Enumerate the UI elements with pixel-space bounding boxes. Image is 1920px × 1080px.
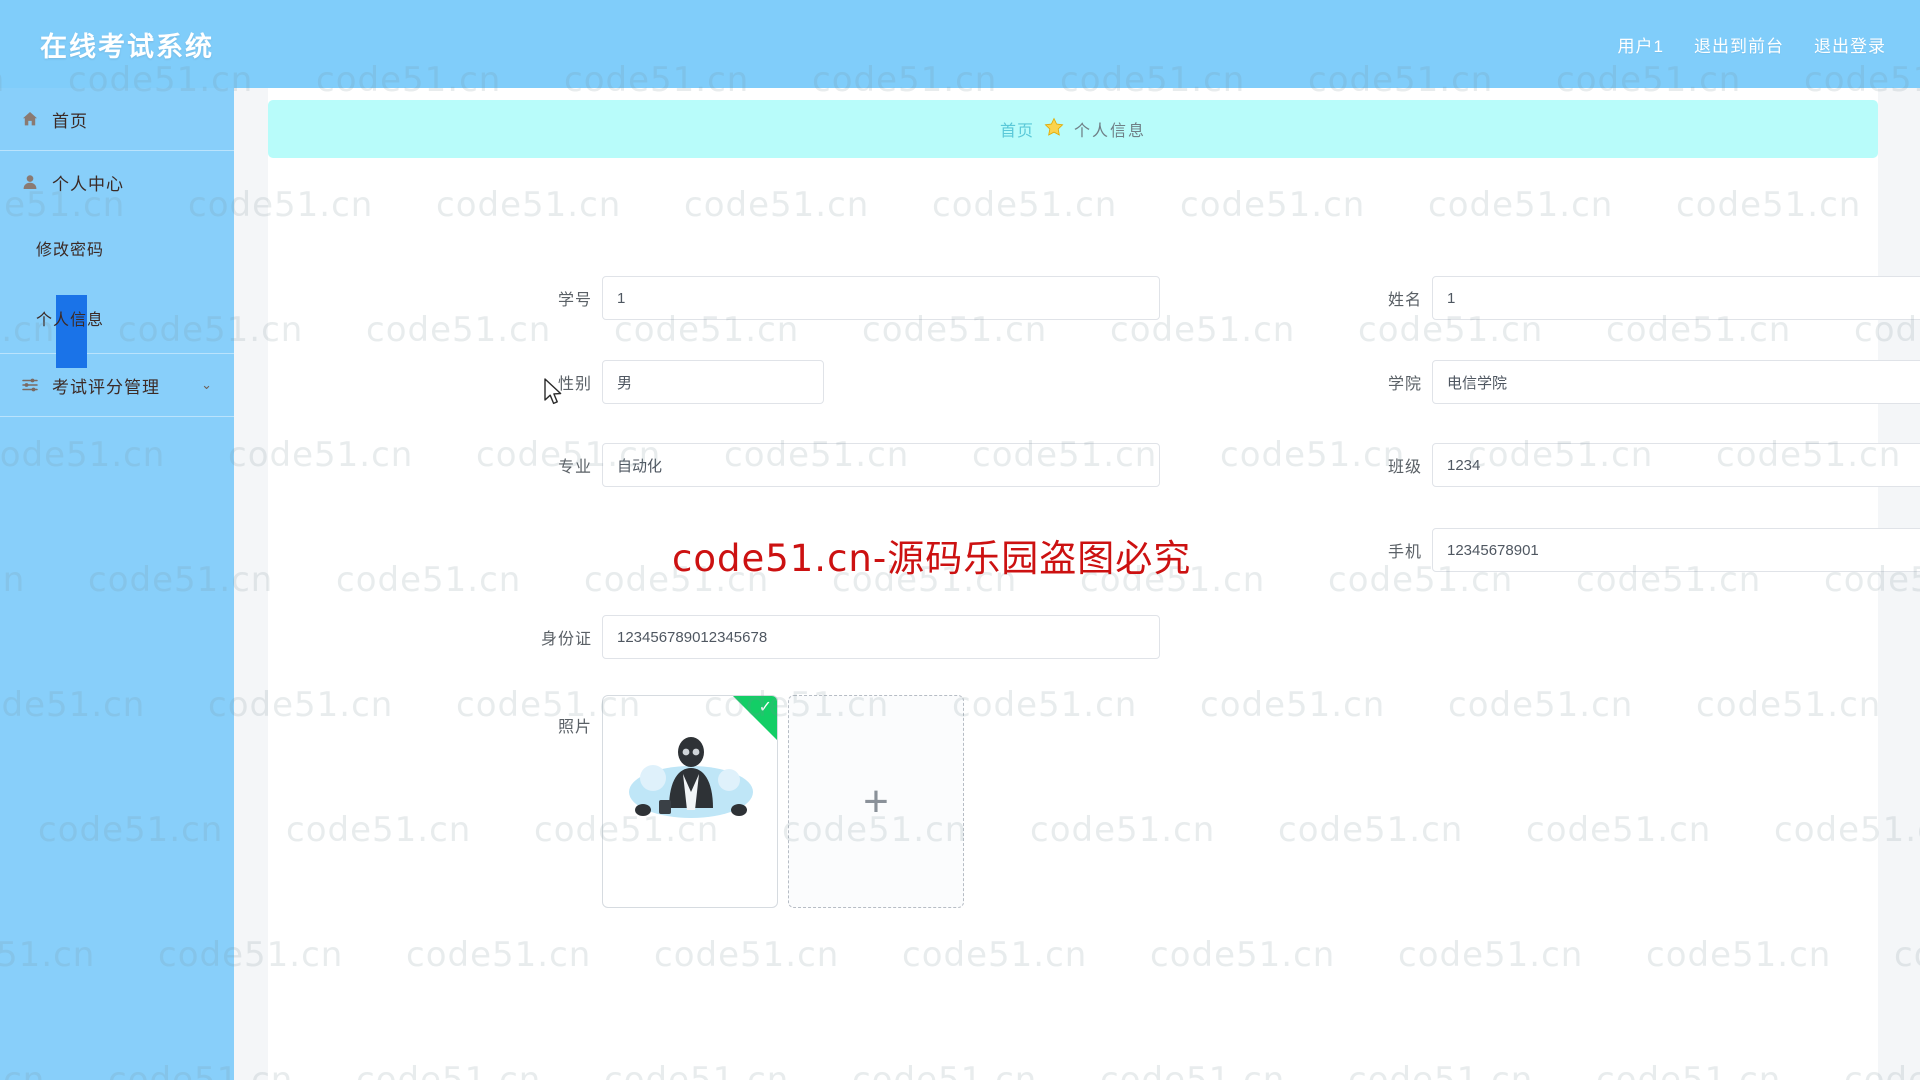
- field-college: 学院: [1348, 360, 1920, 404]
- breadcrumb-current-page: 个人信息: [1074, 123, 1147, 140]
- content-card: [268, 88, 1878, 1080]
- phone-input[interactable]: [1432, 528, 1920, 572]
- sidebar-item-personal-info-label: 个人信息: [36, 312, 105, 329]
- photo-image: [629, 737, 753, 818]
- field-id-card: 身份证: [518, 615, 1160, 659]
- sidebar-group-exam-manage: 考试评分管理 ⌄: [0, 354, 234, 417]
- field-major: 专业: [518, 443, 1160, 487]
- field-photo-label: 照片: [557, 719, 592, 736]
- sidebar-item-personal-info[interactable]: 个人信息: [0, 283, 234, 368]
- sidebar-item-change-password-label: 修改密码: [36, 242, 105, 259]
- field-student-id-label: 学号: [557, 292, 592, 309]
- sidebar-item-change-password[interactable]: 修改密码: [0, 213, 234, 283]
- field-student-id: 学号: [518, 276, 1160, 320]
- field-id-card-label: 身份证: [540, 631, 592, 648]
- sliders-icon: [20, 375, 40, 395]
- field-college-label: 学院: [1387, 376, 1422, 393]
- header-logout-button[interactable]: 退出登录: [1814, 32, 1886, 57]
- student-id-input[interactable]: [602, 276, 1160, 320]
- check-icon: ✓: [758, 699, 772, 716]
- header-actions: 用户1 退出到前台 退出登录: [1618, 32, 1886, 57]
- sidebar-item-home-label: 首页: [52, 111, 88, 131]
- field-major-label: 专业: [557, 459, 592, 476]
- sidebar-item-personal-center[interactable]: 个人中心: [0, 151, 234, 213]
- star-icon: [1044, 117, 1064, 141]
- breadcrumb-home-link[interactable]: 首页: [1000, 117, 1034, 141]
- sidebar-group-home: 首页: [0, 88, 234, 151]
- sidebar-group-personal-center: 个人中心 修改密码 个人信息: [0, 151, 234, 368]
- field-gender-label: 性别: [557, 376, 592, 393]
- field-phone: 手机: [1348, 528, 1920, 572]
- app-brand-title: 在线考试系统: [40, 31, 214, 62]
- chevron-down-icon[interactable]: ⌄: [201, 377, 212, 393]
- field-photo: 照片 ✓ +: [518, 695, 964, 908]
- field-name: 姓名: [1348, 276, 1920, 320]
- breadcrumb: 首页 个人信息: [268, 100, 1878, 158]
- field-phone-label: 手机: [1387, 544, 1422, 561]
- sidebar-item-exam-score-manage[interactable]: 考试评分管理 ⌄: [0, 354, 234, 416]
- header-user-label[interactable]: 用户1: [1618, 32, 1664, 57]
- gender-select[interactable]: [602, 360, 824, 404]
- sidebar-item-exam-score-manage-label: 考试评分管理: [52, 377, 160, 397]
- header-exit-to-front-button[interactable]: 退出到前台: [1694, 32, 1784, 57]
- field-name-label: 姓名: [1387, 292, 1422, 309]
- sidebar-item-personal-center-label: 个人中心: [52, 174, 124, 194]
- app-root: 在线考试系统 用户1 退出到前台 退出登录 首页 个人中心 修改密码 个人信息 …: [0, 0, 1920, 1080]
- sidebar-nav: 首页 个人中心 修改密码 个人信息 考试评分管理 ⌄: [0, 88, 234, 1080]
- top-header-bar: 在线考试系统 用户1 退出到前台 退出登录: [0, 0, 1920, 88]
- major-input[interactable]: [602, 443, 1160, 487]
- field-class: 班级: [1348, 443, 1920, 487]
- photo-upload-dropzone[interactable]: +: [788, 695, 964, 908]
- user-icon: [20, 172, 40, 192]
- plus-icon: +: [863, 776, 889, 826]
- sidebar-item-home[interactable]: 首页: [0, 88, 234, 150]
- class-input[interactable]: [1432, 443, 1920, 487]
- name-input[interactable]: [1432, 276, 1920, 320]
- main-content-area: 首页 个人信息 学号 姓名 性别: [234, 88, 1920, 1080]
- id-card-input[interactable]: [602, 615, 1160, 659]
- photo-thumbnail[interactable]: ✓: [602, 695, 778, 908]
- home-icon: [20, 109, 40, 129]
- field-class-label: 班级: [1387, 459, 1422, 476]
- field-gender: 性别: [518, 360, 824, 404]
- college-input[interactable]: [1432, 360, 1920, 404]
